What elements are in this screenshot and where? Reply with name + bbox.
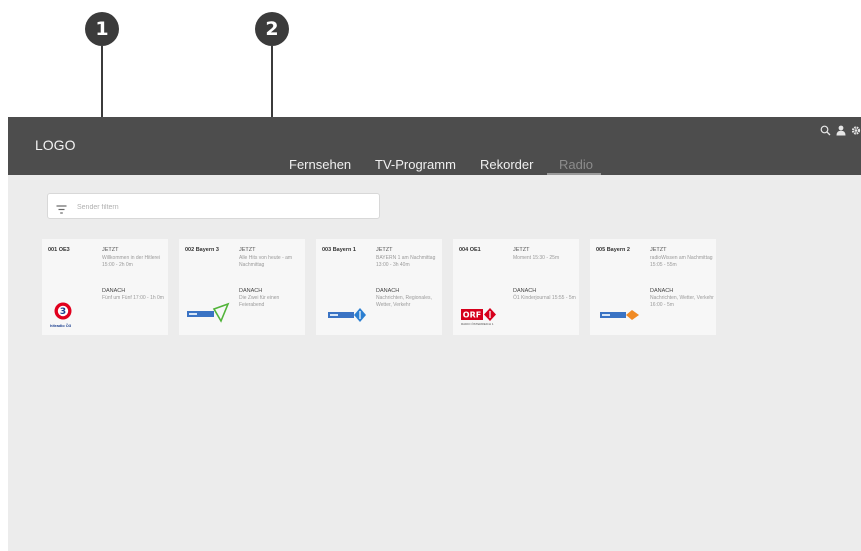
now-label: JETZT xyxy=(102,247,119,253)
channel-card-bayern-2[interactable]: 005 Bayern 2 JETZT radioWissen am Nachmi… xyxy=(590,239,716,335)
next-program: Die Zwei für einen Feierabend xyxy=(239,295,280,308)
next-program: Fünf um Fünf 17:00 - 1h 0m xyxy=(102,295,164,301)
bayern-1-logo xyxy=(322,301,368,331)
oe1-logo-caption: RADIO ÖSTERREICH 1 xyxy=(461,322,494,326)
top-icons xyxy=(820,125,861,136)
channel-filter-input[interactable] xyxy=(75,198,369,216)
channel-card-oe3[interactable]: 001 OE3 JETZT Willkommen in der Hitlerei… xyxy=(42,239,168,335)
now-program: Alle Hits von heute - am Nachmittag xyxy=(239,255,293,268)
nav-tab-radio[interactable]: Radio xyxy=(559,157,593,172)
channel-name: 004 OE1 xyxy=(459,247,481,253)
svg-text:ORF: ORF xyxy=(463,311,481,320)
next-label: DANACH xyxy=(650,288,674,294)
next-label: DANACH xyxy=(376,288,400,294)
now-label: JETZT xyxy=(376,247,393,253)
now-label: JETZT xyxy=(513,247,530,253)
bayern-3-logo xyxy=(185,301,231,331)
bayern-2-logo xyxy=(596,301,642,331)
next-label: DANACH xyxy=(102,288,126,294)
user-icon[interactable] xyxy=(836,125,846,136)
now-program: Willkommen in der Hitlerei 15:00 - 2h 0m xyxy=(102,255,161,268)
oe3-logo-caption: hitradio Ö3 xyxy=(50,323,72,328)
app-window: LOGO Fernsehen TV-Programm Rekorder Radi… xyxy=(8,117,861,551)
app-logo: LOGO xyxy=(35,137,76,153)
now-label: JETZT xyxy=(239,247,256,253)
channel-card-bayern-1[interactable]: 003 Bayern 1 JETZT BAYERN 1 am Nachmitta… xyxy=(316,239,442,335)
now-program: Moment 15:30 - 25m xyxy=(513,255,560,261)
oe3-logo: 3 hitradio Ö3 xyxy=(48,301,94,331)
channel-card-bayern-3[interactable]: 002 Bayern 3 JETZT Alle Hits von heute -… xyxy=(179,239,305,335)
now-program: BAYERN 1 am Nachmittag 13:00 - 3h 40m xyxy=(376,255,436,268)
channel-list: 001 OE3 JETZT Willkommen in der Hitlerei… xyxy=(42,239,722,335)
nav-tab-rekorder[interactable]: Rekorder xyxy=(480,157,533,172)
orf-oe1-logo: ORF RADIO ÖSTERREICH 1 xyxy=(459,301,505,331)
search-icon[interactable] xyxy=(820,125,831,136)
next-program: Nachrichten, Regionales, Wetter, Verkehr xyxy=(376,295,432,308)
filter-icon[interactable] xyxy=(56,201,67,219)
channel-name: 003 Bayern 1 xyxy=(322,247,356,253)
active-tab-indicator xyxy=(547,173,601,175)
channel-name: 002 Bayern 3 xyxy=(185,247,219,253)
now-label: JETZT xyxy=(650,247,667,253)
next-label: DANACH xyxy=(513,288,537,294)
channel-card-oe1[interactable]: 004 OE1 JETZT Moment 15:30 - 25m DANACH … xyxy=(453,239,579,335)
settings-icon[interactable] xyxy=(851,125,861,136)
channel-name: 005 Bayern 2 xyxy=(596,247,630,253)
callout-1: 1 xyxy=(85,12,119,46)
channel-name: 001 OE3 xyxy=(48,247,70,253)
top-bar: LOGO Fernsehen TV-Programm Rekorder Radi… xyxy=(8,117,861,175)
now-program: radioWissen am Nachmittag 15:05 - 55m xyxy=(650,255,713,268)
next-program: Ö1 Kinderjournal 15:55 - 5m xyxy=(513,295,576,301)
next-program: Nachrichten, Wetter, Verkehr 16:00 - 5m xyxy=(650,295,714,308)
channel-filter-field[interactable] xyxy=(47,193,380,219)
next-label: DANACH xyxy=(239,288,263,294)
nav-tab-fernsehen[interactable]: Fernsehen xyxy=(289,157,351,172)
svg-text:3: 3 xyxy=(60,307,66,317)
callout-2: 2 xyxy=(255,12,289,46)
nav-tab-tv-programm[interactable]: TV-Programm xyxy=(375,157,456,172)
